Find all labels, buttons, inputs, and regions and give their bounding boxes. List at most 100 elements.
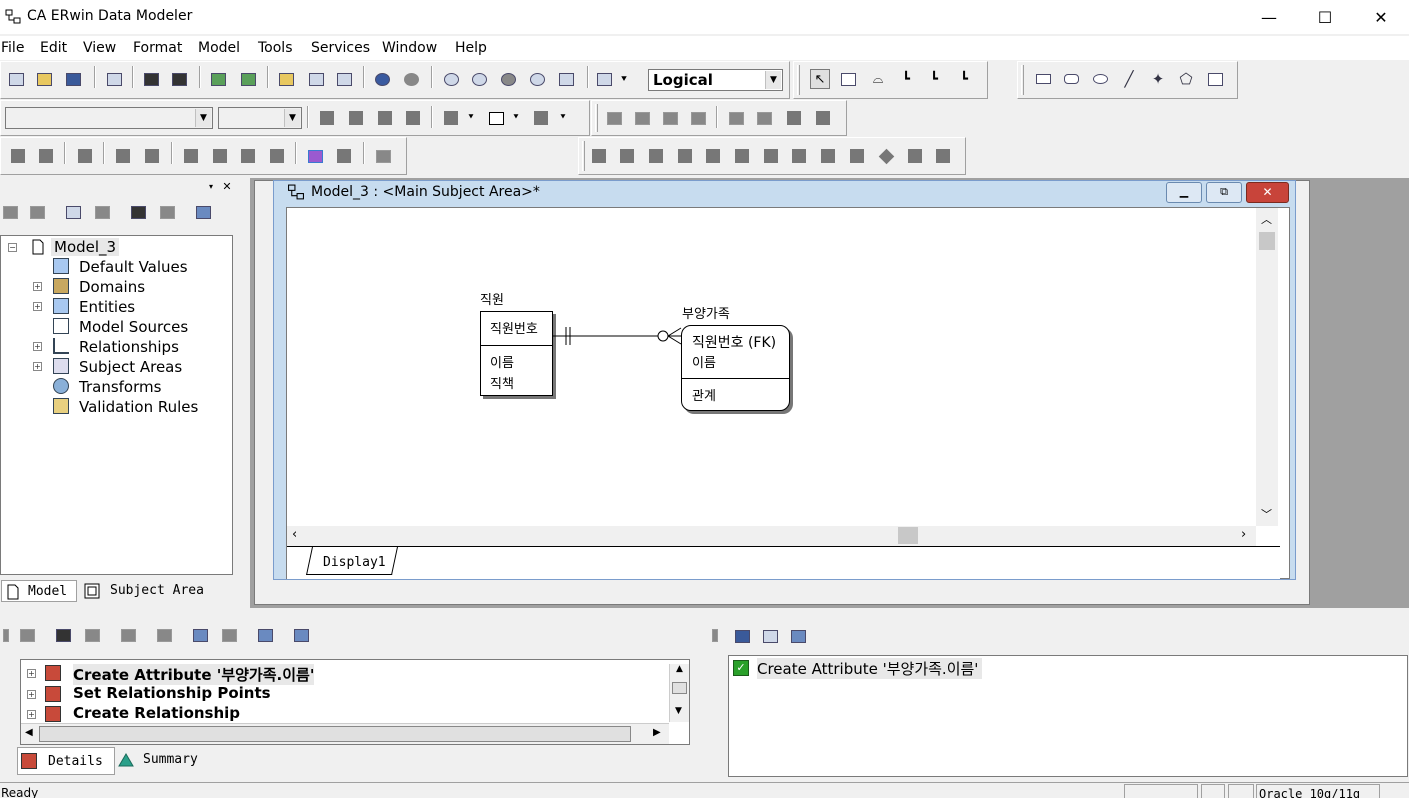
identifying-relationship-icon[interactable]: ┗ — [896, 69, 916, 89]
settings-icon[interactable] — [373, 146, 393, 166]
delete-icon[interactable] — [92, 202, 112, 222]
explorer-find-next-icon[interactable] — [157, 202, 177, 222]
find-replace-icon[interactable] — [169, 69, 189, 89]
non-identifying-relationship-icon[interactable]: ┗ — [954, 69, 974, 89]
report-icon[interactable] — [334, 146, 354, 166]
underline-icon[interactable] — [375, 108, 395, 128]
scroll-left-icon[interactable]: ‹ — [292, 527, 297, 542]
message-save-icon[interactable] — [732, 626, 752, 646]
log-copy-icon[interactable] — [118, 625, 138, 645]
font-size-select[interactable]: ▼ — [218, 107, 302, 129]
log-find-icon[interactable] — [53, 625, 73, 645]
merge-icon[interactable] — [142, 146, 162, 166]
database-icon[interactable] — [238, 146, 258, 166]
layout-down-icon[interactable] — [761, 146, 781, 166]
menu-file[interactable]: File — [1, 40, 24, 56]
line-icon[interactable]: ╱ — [1119, 69, 1139, 89]
layout-page-icon[interactable] — [847, 146, 867, 166]
action-item[interactable]: Set Relationship Points — [73, 684, 271, 702]
same-height-icon[interactable] — [813, 108, 833, 128]
layout-diamond-icon[interactable] — [876, 146, 896, 166]
polygon-icon[interactable]: ⬠ — [1176, 69, 1196, 89]
tree-item-transforms[interactable]: Transforms — [79, 378, 161, 396]
entity-name-dependent[interactable]: 부양가족 — [682, 303, 730, 322]
collapse-icon[interactable]: − — [8, 243, 17, 252]
panel-dropdown-icon[interactable]: ▾ — [204, 179, 218, 193]
zoom-fit-icon[interactable] — [527, 69, 547, 89]
zoom-window-icon[interactable] — [556, 69, 576, 89]
ellipse-icon[interactable] — [1090, 69, 1110, 89]
diagram-canvas[interactable]: 직원 직원번호 이름 직책 부양가족 직원번호 (FK) 이름 관계 — [287, 208, 1256, 526]
message-book-icon[interactable] — [788, 626, 808, 646]
scroll-down-icon[interactable]: ▼ — [675, 706, 682, 716]
text-box-icon[interactable] — [1205, 69, 1225, 89]
scroll-up-icon[interactable]: ︿ — [1261, 211, 1272, 227]
horizontal-scroll-thumb[interactable] — [898, 527, 918, 544]
space-horizontal-icon[interactable] — [726, 108, 746, 128]
back-icon[interactable] — [0, 202, 20, 222]
log-find-next-icon[interactable] — [82, 625, 102, 645]
log-properties-icon[interactable] — [154, 625, 174, 645]
expand-icon[interactable]: + — [33, 302, 42, 311]
complete-compare-icon[interactable] — [113, 146, 133, 166]
tab-summary[interactable]: Summary — [116, 747, 206, 775]
font-name-select[interactable]: ▼ — [5, 107, 213, 129]
menu-window[interactable]: Window — [382, 40, 437, 56]
tree-item-entities[interactable]: Entities — [79, 298, 135, 316]
model-mart-icon[interactable] — [8, 146, 28, 166]
bold-icon[interactable] — [317, 108, 337, 128]
menu-services[interactable]: Services — [311, 40, 370, 56]
layout-hierarchical-icon[interactable] — [589, 146, 609, 166]
expand-icon[interactable]: + — [33, 282, 42, 291]
line-color-icon[interactable] — [486, 108, 506, 128]
tree-item-validation-rules[interactable]: Validation Rules — [79, 398, 198, 416]
log-undo-icon[interactable] — [190, 625, 210, 645]
menu-tools[interactable]: Tools — [258, 40, 293, 56]
properties-icon[interactable] — [63, 202, 83, 222]
action-item[interactable]: Create Relationship — [73, 704, 240, 722]
entity-tool-icon[interactable] — [838, 69, 858, 89]
rectangle-icon[interactable] — [1033, 69, 1053, 89]
print-icon[interactable] — [104, 69, 124, 89]
zoom-out-icon[interactable] — [441, 69, 461, 89]
layout-gear-icon[interactable] — [933, 146, 953, 166]
layout-rows-icon[interactable] — [732, 146, 752, 166]
forward-engineer-icon[interactable] — [181, 146, 201, 166]
layout-tree-icon[interactable] — [617, 146, 637, 166]
star-shape-icon[interactable]: ✦ — [1148, 69, 1168, 89]
message-list[interactable]: ✓ Create Attribute '부양가족.이름' — [728, 655, 1408, 777]
zoom-normal-icon[interactable] — [498, 69, 518, 89]
undo-icon[interactable] — [372, 69, 392, 89]
rounded-rectangle-icon[interactable] — [1061, 69, 1081, 89]
vertical-scroll-thumb[interactable] — [1259, 232, 1275, 250]
subtype-tool-icon[interactable]: ⌓ — [868, 69, 888, 89]
expand-icon[interactable]: + — [27, 710, 36, 719]
log-filter-icon[interactable] — [255, 625, 275, 645]
save-icon[interactable] — [63, 69, 83, 89]
layout-network-icon[interactable] — [646, 146, 666, 166]
open-icon[interactable] — [34, 69, 54, 89]
expand-icon[interactable]: + — [33, 342, 42, 351]
fill-color-icon[interactable] — [441, 108, 461, 128]
log-book-icon[interactable] — [291, 625, 311, 645]
layout-up-icon[interactable] — [789, 146, 809, 166]
redo-icon[interactable] — [401, 69, 421, 89]
child-restore-button[interactable]: ⧉ — [1206, 182, 1242, 203]
layout-rotate-icon[interactable] — [905, 146, 925, 166]
expand-icon[interactable]: + — [27, 690, 36, 699]
reverse-engineer-icon[interactable] — [210, 146, 230, 166]
entity-pk-attr[interactable]: 직원번호 (FK) — [692, 332, 776, 352]
entity-employee[interactable]: 직원번호 이름 직책 — [480, 311, 553, 396]
expand-icon[interactable]: + — [33, 362, 42, 371]
tree-root-model[interactable]: Model_3 — [51, 238, 120, 256]
entity-name-employee[interactable]: 직원 — [480, 289, 504, 308]
entity-pk-attr[interactable]: 직원번호 — [490, 318, 538, 337]
select-pointer-icon[interactable]: ↖ — [810, 69, 830, 89]
find-icon[interactable] — [141, 69, 161, 89]
subject-area-icon[interactable] — [306, 69, 326, 89]
align-left-icon[interactable] — [660, 108, 680, 128]
model-tree[interactable]: − Model_3 Default Values + Domains + Ent… — [0, 235, 233, 575]
zoom-in-icon[interactable] — [469, 69, 489, 89]
menu-help[interactable]: Help — [455, 40, 487, 56]
entity-attr[interactable]: 이름 — [490, 352, 514, 371]
